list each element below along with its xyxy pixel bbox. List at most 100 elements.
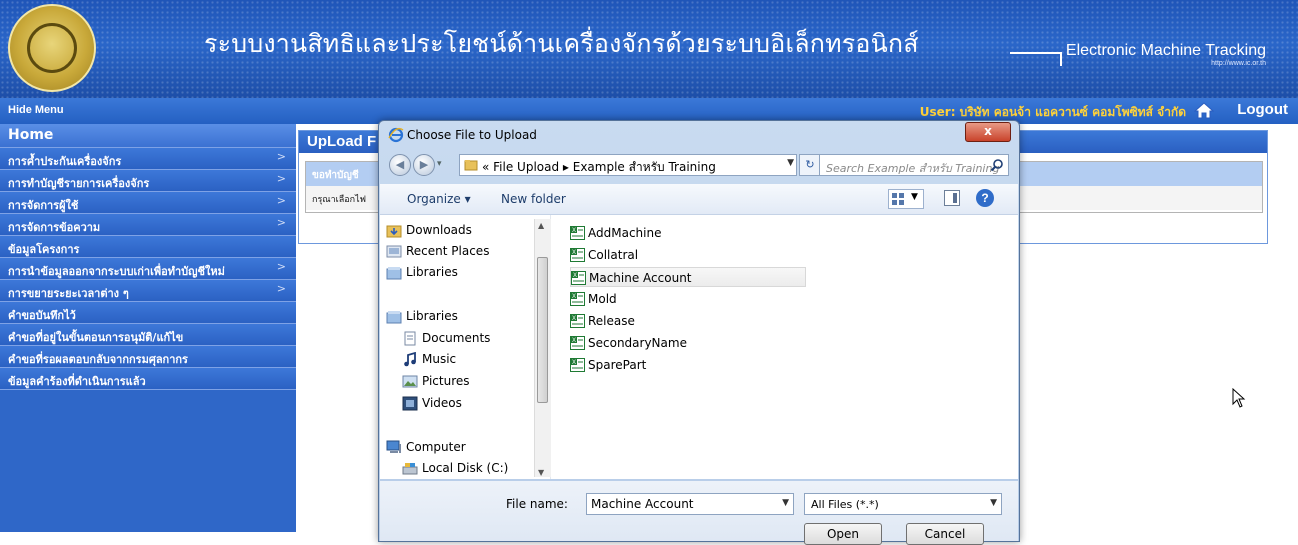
preview-pane-icon <box>953 193 957 203</box>
address-bar[interactable]: « File Upload ▸ Example สำหรับ Training … <box>459 154 797 176</box>
scroll-down-icon[interactable]: ▼ <box>538 468 544 477</box>
cancel-button[interactable]: Cancel <box>906 523 984 545</box>
libraries-icon <box>386 311 402 324</box>
local-disk-icon <box>402 463 418 475</box>
logo-emblem <box>27 23 77 73</box>
new-folder-button[interactable]: New folder <box>501 192 566 206</box>
close-button[interactable]: x <box>965 122 1011 142</box>
sidebar-item-completed-requests[interactable]: ข้อมูลคำร้องที่ดำเนินการแล้ว <box>0 368 296 390</box>
file-item-secondaryname[interactable]: X SecondaryName <box>570 333 806 353</box>
sidebar-item-legacy-export[interactable]: การนำข้อมูลออกจากระบบเก่าเพื่อทำบัญชีใหม… <box>0 258 296 280</box>
file-item-collatral[interactable]: X Collatral <box>570 245 806 265</box>
mouse-cursor-icon <box>1232 388 1246 408</box>
file-item-machine-account[interactable]: X Machine Account <box>570 267 806 287</box>
hide-menu-link[interactable]: Hide Menu <box>8 104 64 116</box>
search-input[interactable]: Search Example สำหรับ Training <box>819 154 1009 176</box>
file-name: Machine Account <box>589 271 692 285</box>
sidebar-item-home[interactable]: Home <box>0 124 296 148</box>
nav-pane-scrollbar[interactable]: ▲ ▼ <box>534 219 551 477</box>
nav-item-label: Music <box>422 352 457 366</box>
command-bar: Organize ▾ New folder ▼ ? <box>380 184 1018 215</box>
back-button[interactable]: ◀ <box>389 154 411 176</box>
file-item-release[interactable]: X Release <box>570 311 806 331</box>
sidebar-item-label: การจัดการข้อความ <box>8 221 101 234</box>
file-name-label: File name: <box>506 497 568 511</box>
file-item-addmachine[interactable]: X AddMachine <box>570 223 806 243</box>
sidebar-item-awaiting-customs[interactable]: คำขอที่รอผลตอบกลับจากกรมศุลกากร <box>0 346 296 368</box>
home-icon[interactable] <box>1194 101 1214 119</box>
chevron-down-icon[interactable]: ▼ <box>782 498 789 508</box>
excel-file-icon: X <box>570 336 585 350</box>
sidebar-item-label: ข้อมูลคำร้องที่ดำเนินการแล้ว <box>8 375 146 388</box>
nav-item-label: Recent Places <box>406 244 490 258</box>
logout-link[interactable]: Logout <box>1237 101 1288 118</box>
nav-item-label: Videos <box>422 396 462 410</box>
file-item-sparepart[interactable]: X SparePart <box>570 355 806 375</box>
open-button[interactable]: Open <box>804 523 882 545</box>
chevron-right-icon: > <box>276 260 286 273</box>
file-type-select[interactable]: All Files (*.*) ▼ <box>804 493 1002 515</box>
nav-item-computer[interactable]: Computer <box>386 440 466 454</box>
excel-file-icon: X <box>570 314 585 328</box>
excel-file-icon: X <box>570 226 585 240</box>
nav-item-label: Documents <box>422 331 491 345</box>
view-options-button[interactable]: ▼ <box>888 189 924 209</box>
sidebar-item-machine-guarantee[interactable]: การค้ำประกันเครื่องจักร > <box>0 148 296 170</box>
excel-file-icon: X <box>571 271 586 285</box>
nav-item-downloads[interactable]: Downloads <box>386 223 472 238</box>
preview-pane-button[interactable] <box>944 190 960 206</box>
nav-item-videos[interactable]: Videos <box>402 396 462 411</box>
history-dropdown-icon[interactable]: ▾ <box>437 159 442 169</box>
file-list: X AddMachine X Collatral X Machine Accou… <box>570 223 1010 473</box>
svg-text:X: X <box>572 250 576 256</box>
file-name: Mold <box>588 292 617 306</box>
forward-button[interactable]: ▶ <box>413 154 435 176</box>
nav-item-libraries-section[interactable]: Libraries <box>386 309 458 324</box>
nav-item-pictures[interactable]: Pictures <box>402 374 470 388</box>
file-item-mold[interactable]: X Mold <box>570 289 806 309</box>
organize-button[interactable]: Organize ▾ <box>407 192 471 206</box>
sidebar-item-label: การจัดการผู้ใช้ <box>8 199 79 212</box>
file-upload-dialog: Choose File to Upload x ◀ ▶ ▾ « File Upl… <box>378 120 1020 545</box>
sidebar-item-user-management[interactable]: การจัดการผู้ใช้ > <box>0 192 296 214</box>
file-name-input[interactable]: Machine Account ▼ <box>586 493 794 515</box>
sidebar-item-label: การค้ำประกันเครื่องจักร <box>8 155 122 168</box>
nav-item-label: Local Disk (C:) <box>422 461 509 475</box>
sidebar-item-extensions[interactable]: การขยายระยะเวลาต่าง ๆ > <box>0 280 296 302</box>
nav-item-libraries[interactable]: Libraries <box>386 265 458 280</box>
help-button[interactable]: ? <box>976 189 994 207</box>
association-logo <box>8 4 96 92</box>
nav-item-music[interactable]: Music <box>404 352 457 367</box>
nav-item-local-disk[interactable]: Local Disk (C:) <box>402 461 509 475</box>
music-icon <box>404 352 416 367</box>
folder-icon <box>464 160 478 171</box>
sidebar-item-label: การขยายระยะเวลาต่าง ๆ <box>8 287 129 300</box>
file-name: SparePart <box>588 358 647 372</box>
excel-file-icon: X <box>570 292 585 306</box>
sidebar-item-message-management[interactable]: การจัดการข้อความ > <box>0 214 296 236</box>
sidebar-item-pending-approval[interactable]: คำขอที่อยู่ในขั้นตอนการอนุมัติ/แก้ไข <box>0 324 296 346</box>
sidebar-item-saved-requests[interactable]: คำขอบันทึกไว้ <box>0 302 296 324</box>
downloads-folder-icon <box>386 225 402 238</box>
nav-item-label: Libraries <box>406 265 458 279</box>
scrollbar-thumb[interactable] <box>537 257 548 403</box>
brand-line-decoration <box>1010 52 1062 66</box>
sidebar: Home การค้ำประกันเครื่องจักร > การทำบัญชี… <box>0 124 296 532</box>
chevron-down-icon: ▼ <box>911 192 918 202</box>
sidebar-item-label: คำขอที่รอผลตอบกลับจากกรมศุลกากร <box>8 353 188 366</box>
banner-title: ระบบงานสิทธิและประโยชน์ด้านเครื่องจักรด้… <box>204 29 919 58</box>
chevron-down-icon[interactable]: ▼ <box>990 498 997 508</box>
nav-item-documents[interactable]: Documents <box>404 331 491 346</box>
excel-file-icon: X <box>570 248 585 262</box>
scroll-up-icon[interactable]: ▲ <box>538 221 544 230</box>
header-banner: ระบบงานสิทธิและประโยชน์ด้านเครื่องจักรด้… <box>0 0 1298 98</box>
chevron-down-icon[interactable]: ▼ <box>787 158 794 168</box>
sidebar-item-project-info[interactable]: ข้อมูลโครงการ <box>0 236 296 258</box>
sidebar-item-label: การทำบัญชีรายการเครื่องจักร <box>8 177 150 190</box>
search-icon[interactable] <box>990 158 1004 172</box>
refresh-button[interactable]: ↻ <box>799 154 821 176</box>
sidebar-item-label: การนำข้อมูลออกจากระบบเก่าเพื่อทำบัญชีใหม… <box>8 265 225 278</box>
sidebar-item-machine-list[interactable]: การทำบัญชีรายการเครื่องจักร > <box>0 170 296 192</box>
videos-icon <box>402 396 418 411</box>
nav-item-recent-places[interactable]: Recent Places <box>386 244 490 258</box>
